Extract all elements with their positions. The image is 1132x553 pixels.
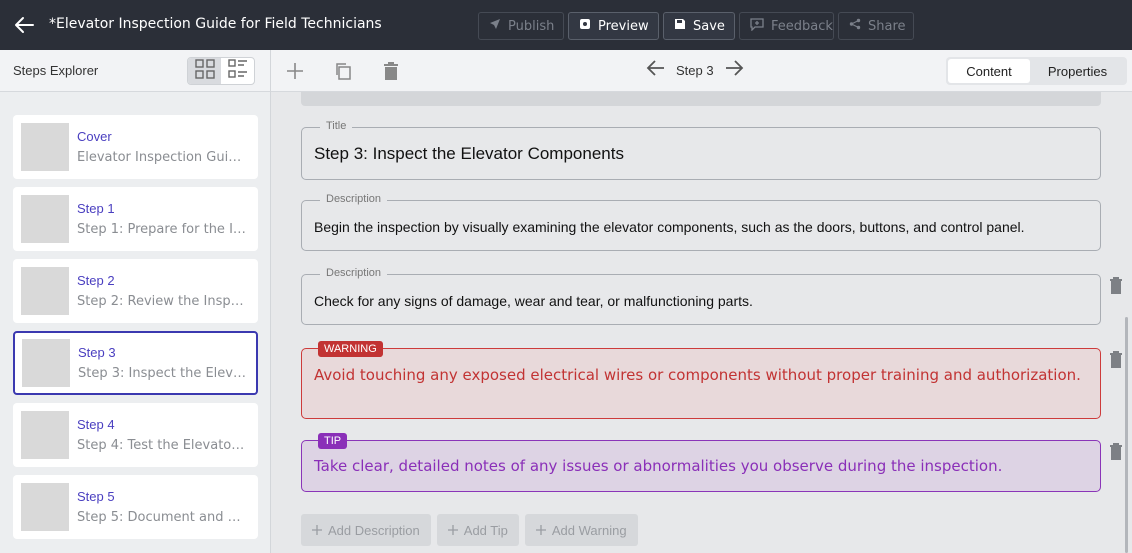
editor-canvas: Title Step 3: Inspect the Elevator Compo… [271,92,1132,553]
step-thumbnail [21,267,69,315]
save-button[interactable]: Save [663,12,735,40]
send-icon [489,18,501,34]
step-text: Step 1 Step 1: Prepare for the Inspectio… [77,201,247,237]
description-field-2[interactable]: Description Check for any signs of damag… [301,267,1101,325]
step-card-cover[interactable]: Cover Elevator Inspection Guide for Fiel… [13,115,258,179]
grid-view-button[interactable] [188,58,221,84]
add-description-button[interactable]: Add Description [301,514,431,546]
publish-button[interactable]: Publish [478,12,564,40]
list-icon [227,59,248,83]
step-desc: Step 2: Review the Inspection Checklist [77,294,247,309]
step-name: Step 4 [77,417,115,432]
delete-description-icon[interactable] [1109,277,1125,295]
prev-step-arrow-icon[interactable] [646,59,666,81]
step-card-1[interactable]: Step 1 Step 1: Prepare for the Inspectio… [13,187,258,251]
feedback-icon [750,17,764,35]
step-text: Step 5 Step 5: Document and Report Findi… [77,489,247,525]
step-text: Step 3 Step 3: Inspect the Elevator Comp… [78,345,248,381]
step-thumbnail [21,195,69,243]
media-placeholder [301,92,1101,106]
description-input-2[interactable]: Check for any signs of damage, wear and … [314,293,1088,309]
plus-icon [312,523,322,538]
step-name: Step 2 [77,273,115,288]
step-name: Step 1 [77,201,115,216]
steps-explorer-panel: Steps Explorer Cover Elevator Inspection… [0,50,271,553]
add-block-buttons: Add Description Add Tip Add Warning [301,514,638,546]
title-field-label: Title [320,120,353,132]
step-name: Step 3 [78,345,116,360]
step-desc: Step 5: Document and Report Findings [77,510,247,525]
preview-label: Preview [598,18,649,34]
floppy-icon [674,18,686,34]
step-card-5[interactable]: Step 5 Step 5: Document and Report Findi… [13,475,258,539]
document-title: *Elevator Inspection Guide for Field Tec… [49,16,382,32]
tip-badge: TIP [318,433,348,449]
plus-icon [535,523,546,538]
step-thumbnail [21,123,69,171]
title-field[interactable]: Title Step 3: Inspect the Elevator Compo… [301,120,1101,180]
delete-step-icon[interactable] [379,59,403,83]
description-field-label: Description [320,267,388,279]
steps-list: Cover Elevator Inspection Guide for Fiel… [0,92,270,539]
back-arrow-icon[interactable] [12,13,36,37]
add-description-label: Add Description [328,522,420,538]
list-view-button[interactable] [221,58,254,84]
warning-text[interactable]: Avoid touching any exposed electrical wi… [314,366,1088,385]
feedback-button[interactable]: Feedback [739,12,834,40]
preview-icon [579,18,591,34]
step-name: Cover [77,129,112,144]
view-toggle [187,57,255,85]
share-button[interactable]: Share [838,12,914,40]
share-label: Share [868,18,906,34]
current-step-label: Step 3 [676,62,714,78]
step-thumbnail [22,339,70,387]
add-warning-label: Add Warning [551,522,627,538]
steps-explorer-title: Steps Explorer [13,63,99,78]
top-bar: *Elevator Inspection Guide for Field Tec… [0,0,1132,50]
duplicate-icon[interactable] [331,59,355,83]
tab-content[interactable]: Content [948,59,1030,83]
publish-label: Publish [508,18,555,34]
description-field-label: Description [320,193,388,205]
step-card-2[interactable]: Step 2 Step 2: Review the Inspection Che… [13,259,258,323]
step-thumbnail [21,483,69,531]
step-text: Step 4 Step 4: Test the Elevator Operati… [77,417,247,453]
save-label: Save [693,18,725,34]
plus-icon [447,523,458,538]
editor-toolbar: Step 3 Content Properties [271,50,1132,92]
description-field-1[interactable]: Description Begin the inspection by visu… [301,193,1101,251]
warning-callout[interactable]: WARNING Avoid touching any exposed elect… [301,341,1101,419]
step-desc: Step 3: Inspect the Elevator Components [78,366,248,381]
step-name: Step 5 [77,489,115,504]
warning-badge: WARNING [318,341,383,357]
grid-icon [194,59,215,83]
preview-button[interactable]: Preview [568,12,659,40]
delete-warning-icon[interactable] [1109,351,1125,369]
add-tip-button[interactable]: Add Tip [436,514,519,546]
delete-tip-icon[interactable] [1109,443,1125,461]
feedback-label: Feedback [771,18,833,34]
step-desc: Elevator Inspection Guide for Field Tech… [77,150,247,165]
header-actions: Publish Preview Save Feedback Share [478,12,914,40]
step-text: Step 2 Step 2: Review the Inspection Che… [77,273,247,309]
share-icon [849,18,861,34]
tab-properties[interactable]: Properties [1030,59,1125,83]
step-desc: Step 1: Prepare for the Inspection [77,222,247,237]
tip-text[interactable]: Take clear, detailed notes of any issues… [314,457,1088,476]
step-text: Cover Elevator Inspection Guide for Fiel… [77,129,247,165]
add-warning-button[interactable]: Add Warning [524,514,638,546]
add-step-icon[interactable] [283,59,307,83]
add-tip-label: Add Tip [463,522,508,538]
editor-scrollbar[interactable] [1125,317,1128,553]
title-input[interactable]: Step 3: Inspect the Elevator Components [314,144,1088,164]
step-card-4[interactable]: Step 4 Step 4: Test the Elevator Operati… [13,403,258,467]
step-desc: Step 4: Test the Elevator Operation [77,438,247,453]
next-step-arrow-icon[interactable] [724,59,744,81]
panel-tabs: Content Properties [946,57,1127,85]
step-thumbnail [21,411,69,459]
step-navigator: Step 3 [646,59,744,81]
tip-callout[interactable]: TIP Take clear, detailed notes of any is… [301,433,1101,492]
step-card-3-selected[interactable]: Step 3 Step 3: Inspect the Elevator Comp… [13,331,258,395]
description-input-1[interactable]: Begin the inspection by visually examini… [314,219,1088,235]
